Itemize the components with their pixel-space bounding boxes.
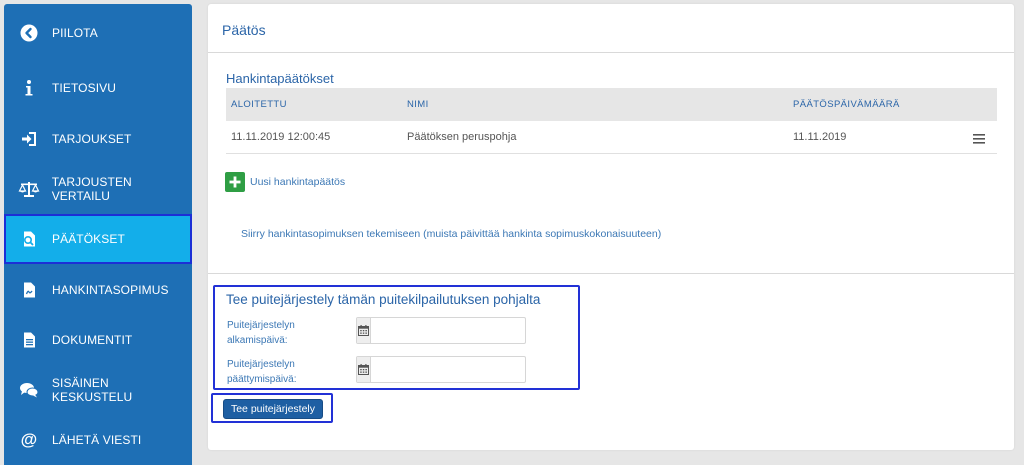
end-date-label-line: päättymispäivä: (227, 374, 297, 385)
at-sign-icon: @ (20, 430, 38, 449)
calendar-icon[interactable] (357, 318, 371, 343)
plus-icon (225, 172, 245, 192)
comments-icon (16, 377, 42, 403)
sidebar-item-label: SISÄINEN KESKUSTELU (51, 376, 133, 404)
decisions-table-header: ALOITETTU NIMI PÄÄTÖSPÄIVÄMÄÄRÄ (226, 88, 997, 121)
goto-contract-link[interactable]: Siirry hankintasopimuksen tekemiseen (mu… (241, 228, 661, 240)
create-framework-button[interactable]: Tee puitejärjestely (223, 399, 323, 419)
sidebar-item-label: HANKINTASOPIMUS (52, 283, 169, 297)
calendar-icon[interactable] (357, 357, 371, 382)
sidebar: PIILOTA TIETOSIVU TARJOUKSET TARJOUSTEN … (4, 4, 192, 465)
chevron-left-circle-icon (16, 20, 42, 46)
divider (208, 273, 1014, 274)
sidebar-item-tarjousten-vertailu[interactable]: TARJOUSTEN VERTAILU (4, 164, 192, 214)
sidebar-item-label: LÄHETÄ VIESTI (52, 433, 142, 447)
sidebar-item-paatokset[interactable]: PÄÄTÖKSET (4, 214, 192, 264)
balance-scale-icon (16, 176, 42, 202)
sidebar-item-sisainen-keskustelu[interactable]: SISÄINEN KESKUSTELU (4, 365, 192, 415)
column-header-started[interactable]: ALOITETTU (231, 99, 287, 110)
sidebar-item-label: PÄÄTÖKSET (52, 232, 125, 246)
main-panel: Päätös Hankintapäätökset ALOITETTU NIMI … (208, 4, 1014, 450)
start-date-picker (356, 317, 526, 344)
add-decision-button[interactable]: Uusi hankintapäätös (225, 172, 345, 192)
submit-highlight: Tee puitejärjestely (211, 393, 333, 423)
column-header-name[interactable]: NIMI (407, 99, 429, 110)
decision-document-icon (16, 226, 42, 252)
sidebar-item-piilota[interactable]: PIILOTA (4, 8, 192, 58)
column-header-decision-date[interactable]: PÄÄTÖSPÄIVÄMÄÄRÄ (793, 99, 900, 110)
divider (208, 52, 1014, 53)
sidebar-item-laheta-viesti[interactable]: @ LÄHETÄ VIESTI (4, 415, 192, 465)
cell-name: Päätöksen peruspohja (407, 131, 517, 143)
sidebar-item-label: DOKUMENTIT (52, 333, 133, 347)
page-title: Päätös (222, 22, 266, 38)
start-date-input[interactable] (371, 318, 525, 343)
sidebar-item-hankintasopimus[interactable]: HANKINTASOPIMUS (4, 265, 192, 315)
sidebar-item-tarjoukset[interactable]: TARJOUKSET (4, 114, 192, 164)
sidebar-item-dokumentit[interactable]: DOKUMENTIT (4, 315, 192, 365)
cell-decision-date: 11.11.2019 (793, 131, 847, 143)
hamburger-menu-icon[interactable] (973, 131, 985, 144)
sidebar-item-label: TARJOUKSET (52, 132, 132, 146)
sign-in-icon (16, 126, 42, 152)
end-date-picker (356, 356, 526, 383)
start-date-label-line: Puitejärjestelyn (227, 320, 295, 331)
end-date-label: Puitejärjestelyn päättymispäivä: (227, 357, 296, 387)
sidebar-item-tietosivu[interactable]: TIETOSIVU (4, 63, 192, 113)
sidebar-item-label: PIILOTA (52, 26, 98, 40)
start-date-label-line: alkamispäivä: (227, 335, 288, 346)
framework-form: Tee puitejärjestely tämän puitekilpailut… (213, 285, 580, 390)
document-icon (16, 327, 42, 353)
sidebar-item-label: TIETOSIVU (52, 81, 117, 95)
start-date-label: Puitejärjestelyn alkamispäivä: (227, 318, 295, 348)
framework-title: Tee puitejärjestely tämän puitekilpailut… (226, 292, 541, 307)
sidebar-item-label: TARJOUSTEN VERTAILU (51, 175, 132, 203)
cell-started: 11.11.2019 12:00:45 (231, 131, 331, 143)
end-date-label-line: Puitejärjestelyn (227, 359, 295, 370)
decisions-section-title: Hankintapäätökset (226, 71, 334, 86)
add-decision-label: Uusi hankintapäätös (250, 176, 346, 188)
contract-document-icon (16, 277, 42, 303)
table-row[interactable]: 11.11.2019 12:00:45 Päätöksen peruspohja… (226, 121, 997, 154)
info-icon (16, 75, 42, 101)
end-date-input[interactable] (371, 357, 525, 382)
